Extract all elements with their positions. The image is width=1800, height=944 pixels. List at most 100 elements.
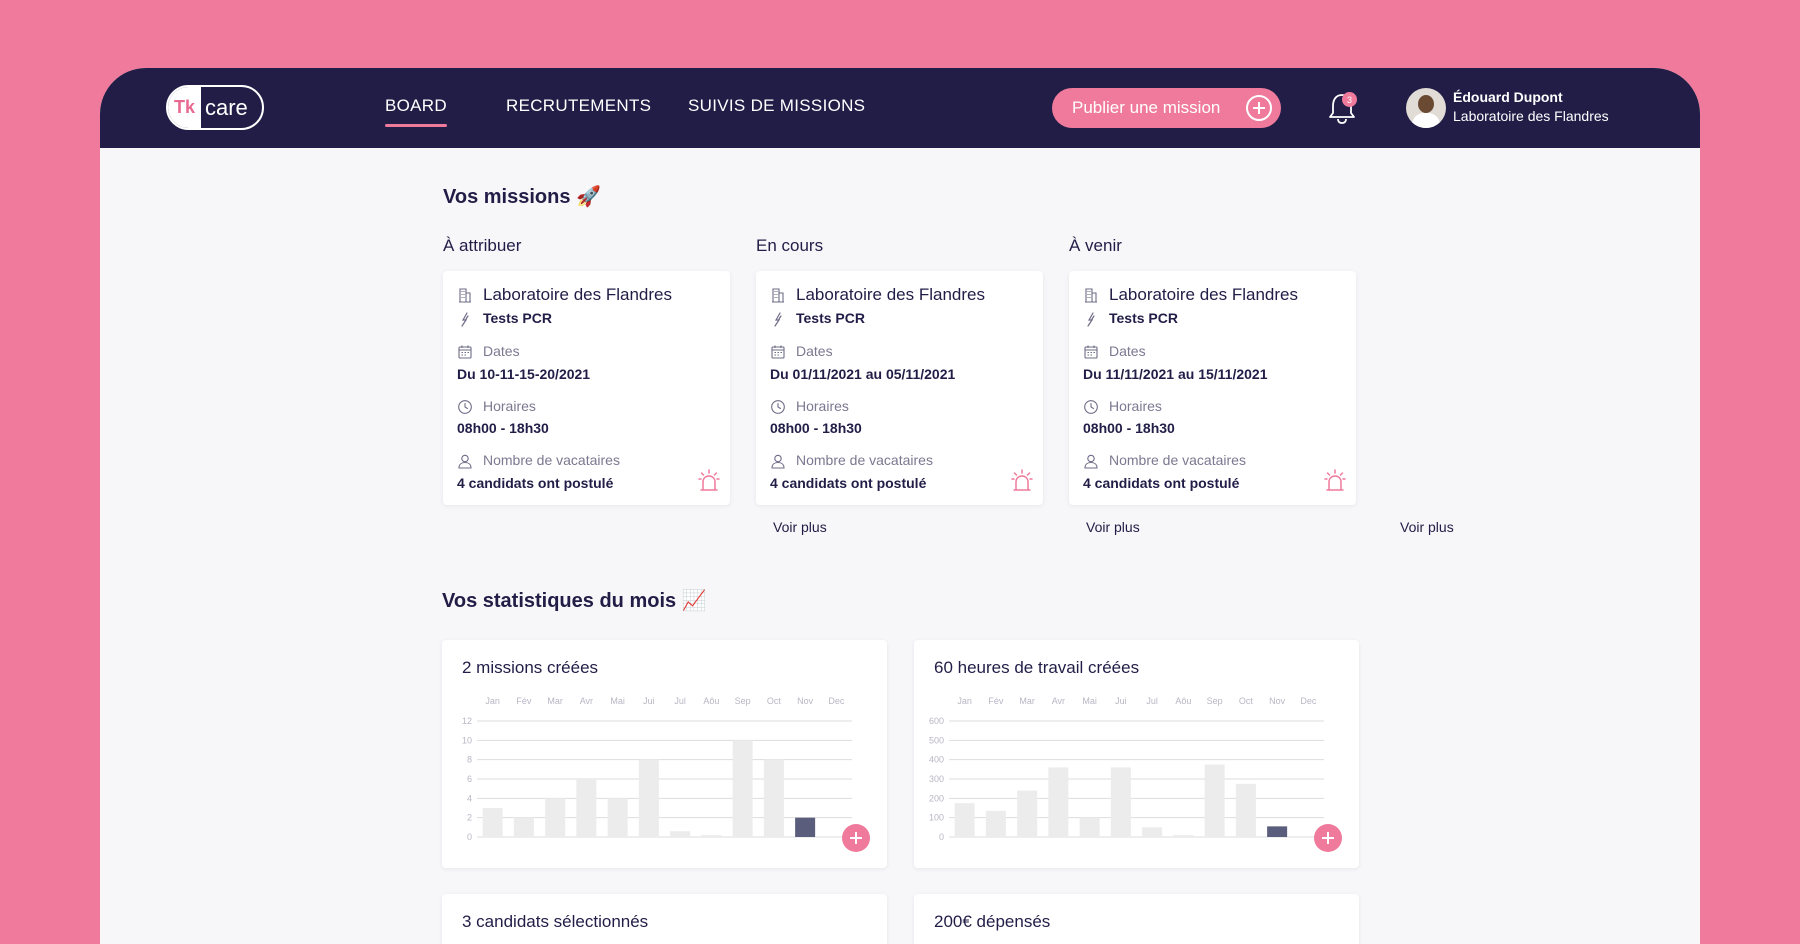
staff-value: 4 candidats ont postulé — [770, 475, 927, 491]
x-tick-label: Jan — [485, 696, 500, 706]
publish-mission-label: Publier une mission — [1072, 98, 1221, 117]
x-tick-label: Nov — [1269, 696, 1286, 706]
y-tick-label: 6 — [467, 774, 472, 784]
publish-mission-button[interactable]: Publier une mission — [1052, 88, 1281, 128]
mission-card[interactable]: Laboratoire des Flandres Tests PCR Dates Du… — [756, 271, 1043, 505]
dates-label: Dates — [483, 343, 520, 359]
bar-jui[interactable] — [638, 759, 659, 837]
dates-label: Dates — [1109, 343, 1146, 359]
bar-jan[interactable] — [482, 808, 503, 837]
y-tick-label: 100 — [929, 813, 944, 823]
bar-aôu[interactable] — [701, 835, 722, 837]
x-tick-label: Dec — [828, 696, 845, 706]
stat-title: 2 missions créées — [462, 658, 599, 677]
x-tick-label: Jui — [1115, 696, 1127, 706]
bar-mai[interactable] — [1079, 817, 1100, 837]
x-tick-label: Avr — [1052, 696, 1065, 706]
y-tick-label: 2 — [467, 813, 472, 823]
dates-value: Du 01/11/2021 au 05/11/2021 — [770, 366, 956, 382]
voir-plus-link[interactable]: Voir plus — [1086, 519, 1140, 535]
hours-label: Horaires — [1109, 398, 1162, 414]
tab-recrutements[interactable]: RECRUTEMENTS — [506, 96, 651, 116]
mission-lab-name: Laboratoire des Flandres — [1109, 285, 1299, 304]
voir-plus-link[interactable]: Voir plus — [773, 519, 827, 535]
bar-jui[interactable] — [1110, 767, 1131, 837]
bar-oct[interactable] — [1235, 783, 1256, 837]
dates-label: Dates — [796, 343, 833, 359]
tkcare-logo[interactable]: Tk care — [166, 85, 264, 130]
mission-lab-name: Laboratoire des Flandres — [483, 285, 673, 304]
bar-mai[interactable] — [607, 798, 628, 837]
bar-nov[interactable] — [1267, 826, 1288, 837]
mission-card[interactable]: Laboratoire des Flandres Tests PCR Dates Du… — [443, 271, 730, 505]
stat-title: 60 heures de travail créées — [934, 658, 1140, 677]
mission-test-type: Tests PCR — [796, 310, 865, 326]
staff-value: 4 candidats ont postulé — [1083, 475, 1240, 491]
add-stat-button[interactable] — [1314, 824, 1342, 852]
logo-text: care — [205, 94, 248, 120]
staff-label: Nombre de vacataires — [796, 452, 933, 468]
y-tick-label: 300 — [929, 774, 944, 784]
bar-sep[interactable] — [1204, 764, 1225, 838]
bar-jan[interactable] — [954, 803, 975, 837]
missions-bar-chart: 0 2 4 6 8 10 12 Jan Fév Mar Avr Mai Jui Jul Aôu Sep Oct N… — [462, 696, 852, 842]
bar-jul[interactable] — [670, 831, 691, 837]
bar-jul[interactable] — [1142, 827, 1163, 837]
x-tick-label: Sep — [1207, 696, 1223, 706]
y-tick-label: 8 — [467, 755, 472, 765]
bar-avr[interactable] — [1048, 767, 1069, 837]
stats-section-title: Vos statistiques du mois 📈 — [442, 590, 707, 612]
x-tick-label: Jul — [674, 696, 686, 706]
hours-value: 08h00 - 18h30 — [457, 420, 549, 436]
y-tick-label: 400 — [929, 755, 944, 765]
notification-badge: 3 — [1342, 92, 1357, 107]
x-tick-label: Fév — [988, 696, 1004, 706]
stat-title: 3 candidats sélectionnés — [462, 912, 649, 931]
add-stat-button[interactable] — [842, 824, 870, 852]
tab-suivis-de-missions[interactable]: SUIVIS DE MISSIONS — [688, 96, 865, 116]
x-tick-label: Mai — [1082, 696, 1097, 706]
staff-value: 4 candidats ont postulé — [457, 475, 614, 491]
user-name[interactable]: Édouard Dupont — [1453, 89, 1563, 105]
x-tick-label: Dec — [1300, 696, 1317, 706]
mission-test-type: Tests PCR — [483, 310, 552, 326]
x-tick-label: Aôu — [703, 696, 719, 706]
staff-label: Nombre de vacataires — [1109, 452, 1246, 468]
y-tick-label: 500 — [929, 735, 944, 745]
y-tick-label: 10 — [462, 735, 472, 745]
y-tick-label: 12 — [462, 716, 472, 726]
mission-test-type: Tests PCR — [1109, 310, 1178, 326]
mission-card[interactable]: Laboratoire des Flandres Tests PCR Dates Du… — [1069, 271, 1356, 505]
x-tick-label: Aôu — [1175, 696, 1191, 706]
stat-card-candidates: 3 candidats sélectionnés — [442, 894, 887, 944]
y-tick-label: 4 — [467, 793, 472, 803]
app-window: Tk care BOARD RECRUTEMENTS SUIVIS DE MIS… — [100, 68, 1700, 944]
user-organization: Laboratoire des Flandres — [1453, 108, 1609, 124]
bar-avr[interactable] — [576, 779, 597, 837]
bar-mar[interactable] — [545, 798, 566, 837]
x-tick-label: Sep — [735, 696, 751, 706]
avatar[interactable] — [1406, 88, 1446, 128]
voir-plus-link[interactable]: Voir plus — [1400, 519, 1454, 535]
bar-fév[interactable] — [513, 817, 534, 837]
column-title-en-cours: En cours — [756, 236, 824, 255]
column-title-a-attribuer: À attribuer — [443, 236, 522, 255]
dates-value: Du 10-11-15-20/2021 — [457, 366, 591, 382]
hours-value: 08h00 - 18h30 — [1083, 420, 1175, 436]
bar-nov[interactable] — [795, 817, 816, 837]
logo-mark: Tk — [168, 87, 201, 128]
stat-card-missions: 2 missions créées 0 2 4 6 8 10 12 Jan Fév Mar Avr M… — [442, 640, 887, 868]
hours-label: Horaires — [483, 398, 536, 414]
bar-oct[interactable] — [763, 759, 784, 837]
hours-bar-chart: 0 100 200 300 400 500 600 Jan Fév Mar Avr Mai Jui Jul… — [929, 696, 1324, 842]
bar-sep[interactable] — [732, 740, 753, 837]
x-tick-label: Mai — [610, 696, 625, 706]
tab-board[interactable]: BOARD — [385, 96, 447, 127]
bar-aôu[interactable] — [1173, 835, 1194, 837]
bar-fév[interactable] — [985, 810, 1006, 837]
x-tick-label: Jan — [957, 696, 972, 706]
x-tick-label: Jui — [643, 696, 655, 706]
column-title-a-venir: À venir — [1069, 236, 1122, 255]
bar-mar[interactable] — [1017, 790, 1038, 837]
missions-section-title: Vos missions 🚀 — [443, 186, 601, 208]
